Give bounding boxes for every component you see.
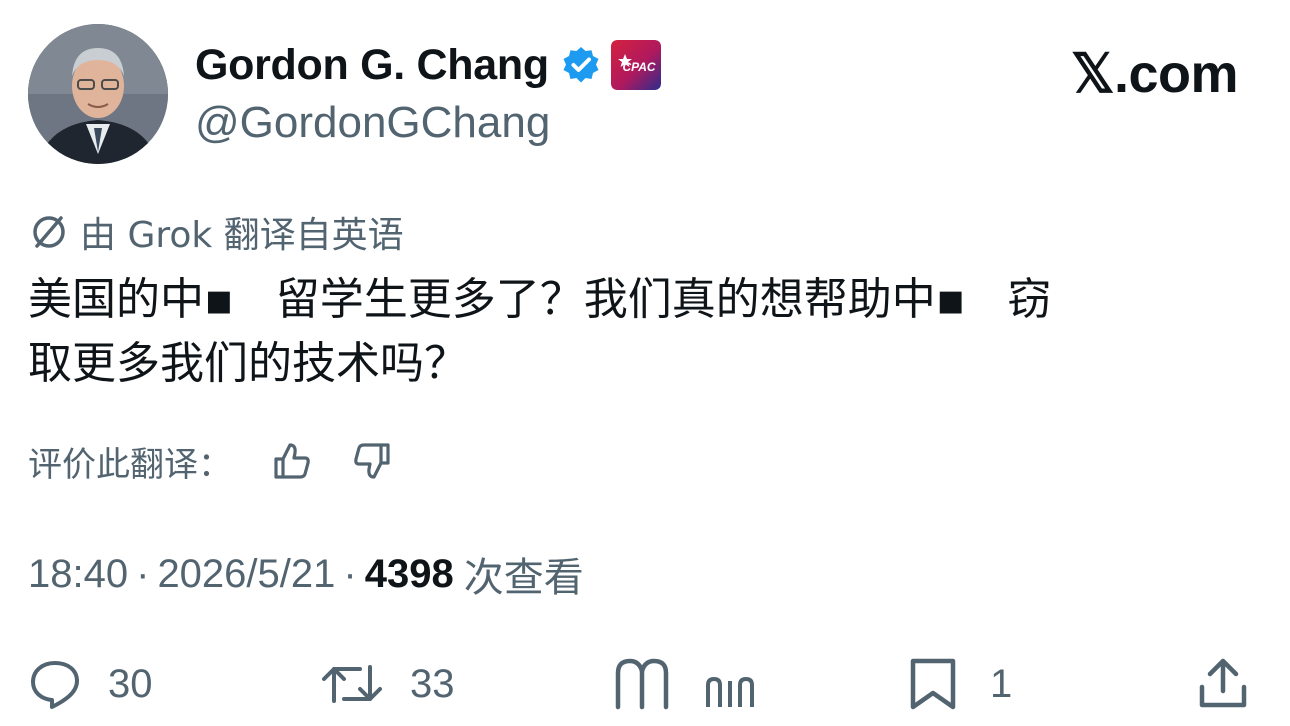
author-name-row: Gordon G. Chang CPAC: [195, 36, 661, 94]
verified-badge-icon[interactable]: [561, 45, 601, 85]
views-count[interactable]: 4398: [365, 552, 454, 597]
reply-count: 30: [108, 661, 153, 706]
meta-separator: ·: [343, 551, 357, 596]
tweet-meta: 18:40 · 2026/5/21 · 4398 次查看: [28, 546, 584, 602]
thumbs-up-icon[interactable]: [270, 439, 314, 483]
rate-translation: 评价此翻译：: [28, 434, 394, 488]
thumbs-down-icon[interactable]: [350, 439, 394, 483]
views-label: 次查看: [463, 556, 584, 600]
share-icon: [1199, 658, 1247, 708]
rate-translation-label: 评价此翻译：: [28, 444, 232, 485]
reply-icon: [31, 661, 79, 709]
author-handle[interactable]: @GordonGChang: [195, 98, 550, 148]
translation-notice[interactable]: 由 Grok 翻译自英语: [28, 204, 404, 260]
tweet-time[interactable]: 18:40: [28, 552, 128, 597]
tweet-date[interactable]: 2026/5/21: [157, 552, 335, 597]
svg-text:CPAC: CPAC: [622, 60, 655, 74]
meta-separator: ·: [136, 551, 150, 596]
bookmark-count: 1: [990, 661, 1013, 706]
like-button[interactable]: [612, 648, 788, 720]
avatar-image: [28, 24, 168, 164]
cpac-affiliation-logo[interactable]: CPAC: [610, 40, 661, 90]
author-display-name[interactable]: Gordon G. Chang: [195, 41, 549, 90]
bookmark-icon: [910, 658, 956, 710]
repost-icon: [322, 665, 382, 703]
avatar[interactable]: [28, 24, 168, 164]
repost-button[interactable]: 33: [320, 648, 455, 720]
translation-label: 由 Grok 翻译自英语: [80, 215, 404, 256]
reply-button[interactable]: 30: [28, 648, 153, 720]
share-button[interactable]: [1196, 648, 1250, 720]
bookmark-button[interactable]: 1: [906, 648, 1012, 720]
repost-count: 33: [410, 661, 455, 706]
heart-icon: [615, 658, 754, 710]
tweet-actions: 30 33 1: [0, 648, 1290, 720]
slash-icon: [33, 216, 65, 248]
x-com-wordmark: 𝕏.com: [1070, 44, 1239, 104]
tweet-text: 美国的中▪ 留学生更多了？我们真的想帮助中▪ 窃 取更多我们的技术吗？: [28, 274, 1052, 389]
